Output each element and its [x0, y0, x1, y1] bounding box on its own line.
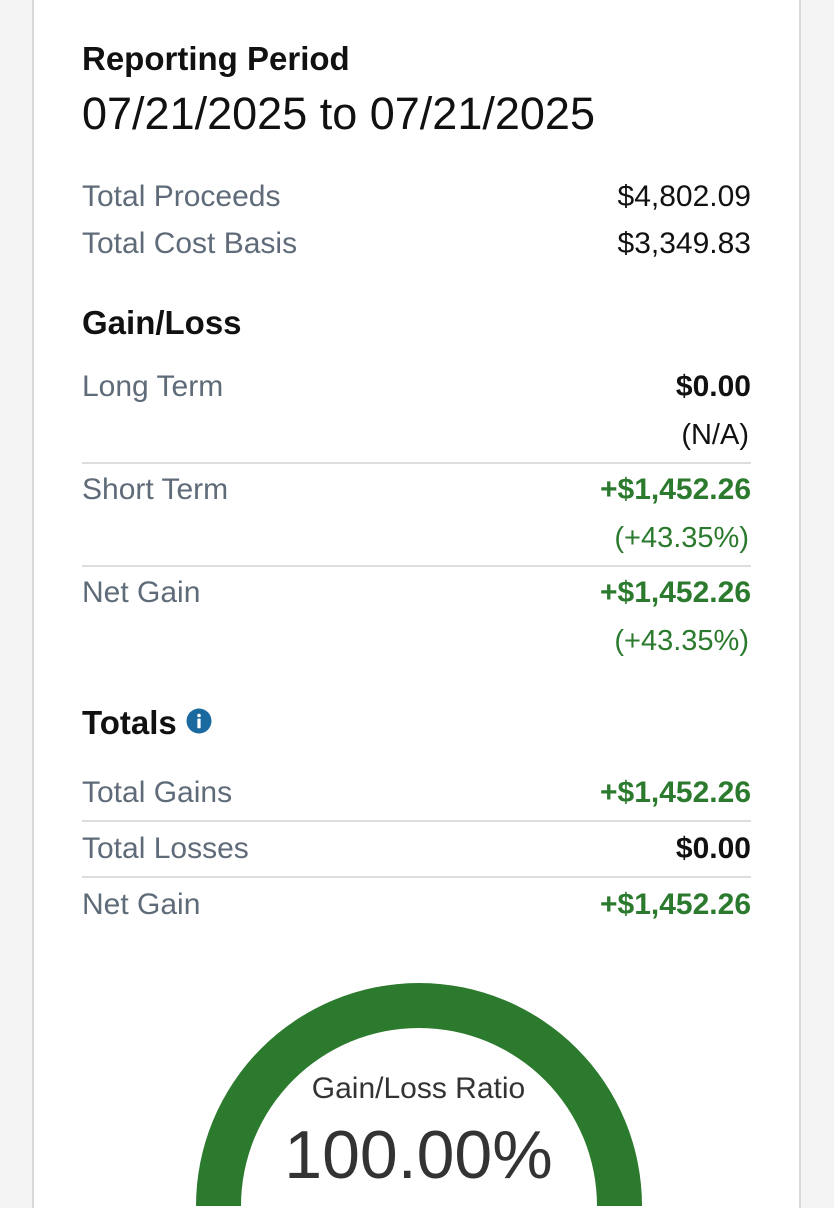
net-gain-label: Net Gain — [82, 576, 201, 609]
total-gains-value: +$1,452.26 — [600, 776, 751, 809]
divider — [82, 820, 751, 822]
net-gain-value: +$1,452.26 — [600, 576, 751, 609]
long-term-percent: (N/A) — [681, 419, 749, 451]
total-losses-label: Total Losses — [82, 832, 249, 865]
short-term-percent: (+43.35%) — [614, 522, 749, 554]
long-term-value: $0.00 — [675, 370, 751, 403]
totals-net-gain-value: +$1,452.26 — [600, 888, 751, 921]
divider — [82, 462, 751, 464]
reporting-period-range: 07/21/2025 to 07/21/2025 — [82, 88, 595, 139]
divider — [82, 876, 751, 878]
gauge-label: Gain/Loss Ratio — [311, 1072, 526, 1105]
short-term-value: +$1,452.26 — [600, 473, 751, 506]
gauge-value: 100.00% — [284, 1117, 553, 1193]
divider — [82, 565, 751, 567]
total-losses-value: $0.00 — [675, 832, 751, 865]
total-proceeds-value: $4,802.09 — [617, 180, 751, 213]
long-term-label: Long Term — [82, 370, 224, 403]
total-proceeds-label: Total Proceeds — [82, 180, 281, 213]
net-gain-percent: (+43.35%) — [614, 625, 749, 657]
total-cost-basis-value: $3,349.83 — [617, 227, 751, 260]
short-term-label: Short Term — [82, 473, 229, 506]
totals-net-gain-label: Net Gain — [82, 888, 201, 921]
totals-title: Totals — [82, 704, 177, 741]
info-icon[interactable] — [186, 708, 212, 734]
gain-loss-card: Reporting Period 07/21/2025 to 07/21/202… — [32, 0, 801, 1208]
total-cost-basis-label: Total Cost Basis — [82, 227, 298, 260]
total-gains-label: Total Gains — [82, 776, 233, 809]
gain-loss-title: Gain/Loss — [82, 304, 242, 341]
reporting-period-label: Reporting Period — [82, 40, 350, 77]
